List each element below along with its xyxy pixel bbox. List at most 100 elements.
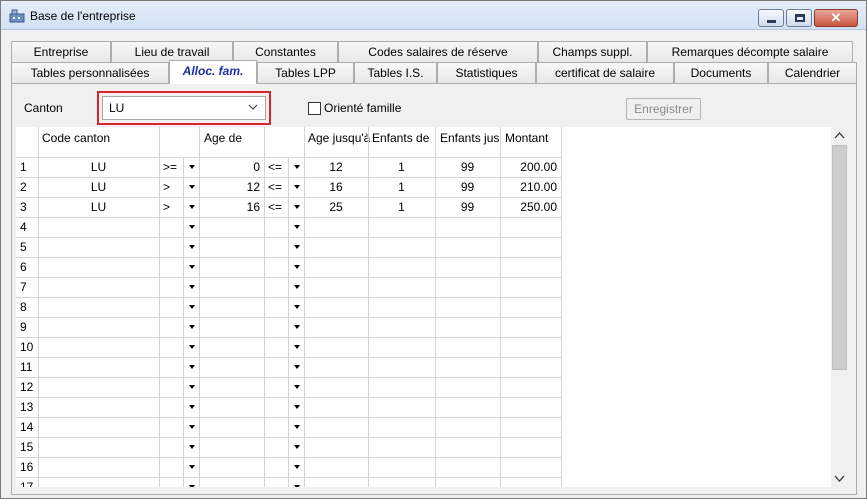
cell-code-canton[interactable]: LU <box>38 197 159 217</box>
tab-entreprise[interactable]: Entreprise <box>11 41 111 62</box>
cell-montant[interactable] <box>500 377 561 397</box>
cell-age-jusqua[interactable] <box>304 297 368 317</box>
header-enfants-de[interactable]: Enfants de <box>368 127 435 157</box>
cell-age-jusqua[interactable] <box>304 377 368 397</box>
cell-operator-from[interactable] <box>159 477 183 487</box>
table-row[interactable]: 15 <box>16 437 561 457</box>
scrollbar-thumb[interactable] <box>832 145 847 370</box>
cell-enfants-jusq[interactable] <box>435 357 500 377</box>
cell-age-jusqua[interactable] <box>304 277 368 297</box>
cell-operator-from[interactable] <box>159 277 183 297</box>
cell-operator-to[interactable] <box>264 417 288 437</box>
cell-operator-to[interactable]: <= <box>264 157 288 177</box>
cell-enfants-de[interactable] <box>368 477 435 487</box>
tab-statistiques[interactable]: Statistiques <box>437 62 536 83</box>
table-row[interactable]: 13 <box>16 397 561 417</box>
cell-age-jusqua[interactable] <box>304 217 368 237</box>
table-row[interactable]: 12 <box>16 377 561 397</box>
table-row[interactable]: 16 <box>16 457 561 477</box>
cell-age-jusqua[interactable]: 12 <box>304 157 368 177</box>
cell-enfants-jusq[interactable] <box>435 317 500 337</box>
dropdown-arrow-icon[interactable] <box>183 257 199 277</box>
table-row[interactable]: 4 <box>16 217 561 237</box>
cell-operator-from[interactable] <box>159 257 183 277</box>
cell-age-de[interactable] <box>199 317 264 337</box>
cell-enfants-de[interactable] <box>368 257 435 277</box>
cell-age-jusqua[interactable]: 16 <box>304 177 368 197</box>
cell-operator-from[interactable] <box>159 357 183 377</box>
cell-operator-from[interactable]: > <box>159 177 183 197</box>
cell-code-canton[interactable] <box>38 217 159 237</box>
cell-operator-to[interactable] <box>264 397 288 417</box>
vertical-scrollbar[interactable] <box>831 127 848 487</box>
dropdown-arrow-icon[interactable] <box>288 257 304 277</box>
cell-code-canton[interactable] <box>38 277 159 297</box>
dropdown-arrow-icon[interactable] <box>288 217 304 237</box>
cell-age-de[interactable] <box>199 257 264 277</box>
cell-age-de[interactable] <box>199 297 264 317</box>
dropdown-arrow-icon[interactable] <box>288 237 304 257</box>
dropdown-arrow-icon[interactable] <box>183 457 199 477</box>
dropdown-arrow-icon[interactable] <box>288 457 304 477</box>
cell-age-jusqua[interactable] <box>304 337 368 357</box>
tab-alloc-fam[interactable]: Alloc. fam. <box>169 60 257 84</box>
cell-montant[interactable] <box>500 397 561 417</box>
cell-code-canton[interactable] <box>38 417 159 437</box>
cell-operator-from[interactable] <box>159 417 183 437</box>
cell-operator-to[interactable] <box>264 237 288 257</box>
cell-operator-from[interactable] <box>159 237 183 257</box>
dropdown-arrow-icon[interactable] <box>288 477 304 487</box>
cell-montant[interactable] <box>500 277 561 297</box>
cell-montant[interactable] <box>500 417 561 437</box>
tab-tables-personnalisees[interactable]: Tables personnalisées <box>11 62 169 83</box>
cell-age-de[interactable]: 12 <box>199 177 264 197</box>
cell-enfants-jusq[interactable] <box>435 217 500 237</box>
cell-age-de[interactable]: 0 <box>199 157 264 177</box>
tab-remarques-decompte[interactable]: Remarques décompte salaire <box>647 41 853 62</box>
canton-select[interactable]: LU <box>102 96 266 120</box>
cell-age-jusqua[interactable] <box>304 477 368 487</box>
dropdown-arrow-icon[interactable] <box>288 337 304 357</box>
dropdown-arrow-icon[interactable] <box>183 397 199 417</box>
dropdown-arrow-icon[interactable] <box>183 437 199 457</box>
table-row[interactable]: 1 LU >= 0 <= 12 1 99 200.00 <box>16 157 561 177</box>
cell-enfants-de[interactable] <box>368 457 435 477</box>
tab-calendrier[interactable]: Calendrier <box>768 62 857 83</box>
cell-operator-to[interactable] <box>264 217 288 237</box>
cell-operator-to[interactable] <box>264 377 288 397</box>
dropdown-arrow-icon[interactable] <box>288 397 304 417</box>
table-row[interactable]: 11 <box>16 357 561 377</box>
header-enfants-jusq[interactable]: Enfants jusq <box>436 127 500 157</box>
cell-age-de[interactable] <box>199 337 264 357</box>
table-row[interactable]: 14 <box>16 417 561 437</box>
cell-enfants-de[interactable] <box>368 397 435 417</box>
dropdown-arrow-icon[interactable] <box>183 357 199 377</box>
cell-operator-to[interactable]: <= <box>264 177 288 197</box>
dropdown-arrow-icon[interactable] <box>288 377 304 397</box>
table-row[interactable]: 2 LU >12 <= 16 1 99 210.00 <box>16 177 561 197</box>
cell-enfants-de[interactable] <box>368 437 435 457</box>
cell-operator-from[interactable] <box>159 437 183 457</box>
cell-montant[interactable] <box>500 357 561 377</box>
cell-age-jusqua[interactable] <box>304 397 368 417</box>
cell-age-de[interactable] <box>199 397 264 417</box>
cell-age-de[interactable] <box>199 457 264 477</box>
cell-age-jusqua[interactable] <box>304 457 368 477</box>
cell-operator-to[interactable] <box>264 277 288 297</box>
dropdown-arrow-icon[interactable] <box>288 437 304 457</box>
header-age-de[interactable]: Age de <box>200 127 264 157</box>
dropdown-arrow-icon[interactable] <box>288 277 304 297</box>
cell-enfants-jusq[interactable] <box>435 297 500 317</box>
cell-code-canton[interactable] <box>38 297 159 317</box>
dropdown-arrow-icon[interactable] <box>183 337 199 357</box>
dropdown-arrow-icon[interactable] <box>183 297 199 317</box>
cell-code-canton[interactable] <box>38 377 159 397</box>
minimize-button[interactable] <box>758 9 784 27</box>
tab-constantes[interactable]: Constantes <box>233 41 338 62</box>
cell-montant[interactable] <box>500 437 561 457</box>
table-row[interactable]: 17 <box>16 477 561 487</box>
cell-code-canton[interactable]: LU <box>38 157 159 177</box>
cell-age-de[interactable]: 16 <box>199 197 264 217</box>
dropdown-arrow-icon[interactable] <box>183 277 199 297</box>
table-row[interactable]: 9 <box>16 317 561 337</box>
